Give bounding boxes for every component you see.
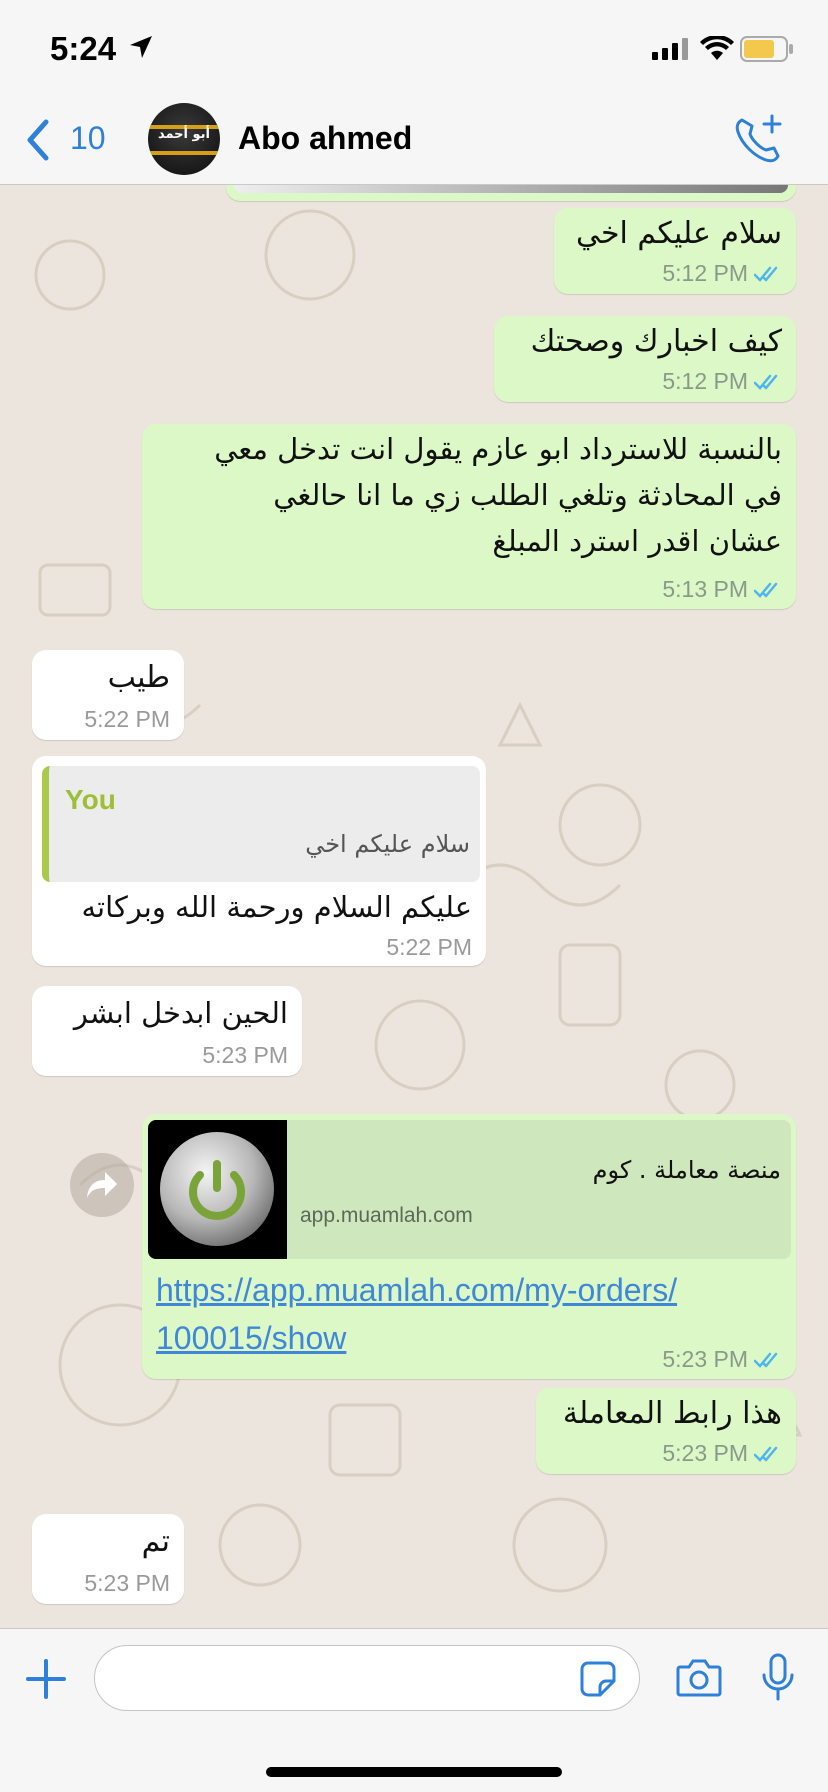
read-ticks-icon — [754, 374, 778, 390]
back-chevron-icon[interactable] — [22, 116, 52, 164]
status-time: 5:24 — [50, 30, 117, 67]
signal-icon — [652, 38, 688, 60]
message-bubble-outgoing[interactable]: سلام عليكم اخي 5:12 PM — [554, 208, 796, 294]
message-time: 5:22 PM — [84, 706, 170, 732]
message-text-line: عشان اقدر استرد المبلغ — [492, 524, 782, 558]
battery-icon — [740, 36, 793, 62]
message-text-line: بالنسبة للاسترداد ابو عازم يقول انت تدخل… — [214, 432, 782, 466]
message-time: 5:23 PM — [662, 1346, 748, 1372]
message-text: عليكم السلام ورحمة الله وبركاته — [81, 890, 473, 924]
wifi-icon — [700, 36, 734, 60]
message-bubble-outgoing[interactable]: بالنسبة للاسترداد ابو عازم يقول انت تدخل… — [142, 424, 796, 609]
message-text: كيف اخبارك وصحتك — [530, 324, 782, 359]
message-text: سلام عليكم اخي — [576, 216, 782, 251]
message-bubble-incoming[interactable]: طيب 5:22 PM — [32, 650, 184, 740]
message-text: الحين ابدخل ابشر — [73, 996, 288, 1030]
message-bubble-incoming-reply[interactable]: You سلام عليكم اخي عليكم السلام ورحمة ال… — [32, 756, 486, 966]
unread-count[interactable]: 10 — [70, 120, 106, 157]
read-ticks-icon — [754, 1352, 778, 1368]
camera-icon[interactable] — [676, 1657, 722, 1697]
message-text: تم — [141, 1524, 170, 1559]
avatar[interactable]: أبو أحمد — [148, 103, 220, 175]
message-link-line[interactable]: https://app.muamlah.com/my-orders/ — [156, 1266, 756, 1314]
avatar-text: أبو أحمد — [157, 127, 211, 142]
message-input[interactable] — [94, 1645, 640, 1711]
message-bubble-incoming[interactable]: تم 5:23 PM — [32, 1514, 184, 1604]
add-call-icon[interactable] — [732, 112, 788, 168]
plus-icon[interactable] — [26, 1659, 66, 1699]
link-preview-domain: app.muamlah.com — [300, 1204, 473, 1227]
read-ticks-icon — [754, 266, 778, 282]
contact-name[interactable]: Abo ahmed — [238, 120, 412, 157]
message-time: 5:23 PM — [202, 1042, 288, 1068]
message-text-line: في المحادثة وتلغي الطلب زي ما انا حالغي — [273, 478, 782, 512]
link-message-bubble[interactable]: منصة معاملة . كوم app.muamlah.com https:… — [142, 1114, 796, 1379]
forward-icon — [87, 1172, 117, 1198]
microphone-icon[interactable] — [760, 1653, 796, 1701]
link-preview-thumbnail — [148, 1120, 287, 1259]
message-time: 5:23 PM — [84, 1570, 170, 1596]
link-preview[interactable]: منصة معاملة . كوم app.muamlah.com — [148, 1120, 791, 1259]
message-list[interactable]: سلام عليكم اخي 5:12 PM كيف اخبارك وصحتك … — [0, 185, 828, 1628]
image-message-fragment[interactable] — [226, 185, 796, 201]
message-time: 5:22 PM — [386, 934, 472, 960]
sticker-icon[interactable] — [580, 1661, 616, 1697]
message-bubble-outgoing[interactable]: كيف اخبارك وصحتك 5:12 PM — [494, 316, 796, 402]
message-time: 5:23 PM — [662, 1440, 748, 1466]
composer-bar — [0, 1628, 828, 1792]
quoted-text: سلام عليكم اخي — [305, 830, 470, 858]
read-ticks-icon — [754, 582, 778, 598]
quoted-message[interactable]: You سلام عليكم اخي — [42, 766, 480, 882]
home-indicator — [266, 1767, 562, 1777]
quoted-author: You — [65, 784, 116, 815]
chat-header: 10 أبو أحمد Abo ahmed — [0, 96, 828, 185]
read-ticks-icon — [754, 1446, 778, 1462]
message-time: 5:12 PM — [662, 260, 748, 286]
message-time: 5:12 PM — [662, 368, 748, 394]
message-text: طيب — [107, 660, 170, 695]
location-arrow-icon — [130, 36, 152, 58]
message-bubble-incoming[interactable]: الحين ابدخل ابشر 5:23 PM — [32, 986, 302, 1076]
message-time: 5:13 PM — [662, 576, 748, 602]
forward-button[interactable] — [70, 1153, 134, 1217]
link-preview-title: منصة معاملة . كوم — [592, 1156, 781, 1184]
status-bar: 5:24 — [0, 0, 828, 96]
message-text: هذا رابط المعاملة — [562, 1396, 782, 1431]
message-bubble-outgoing[interactable]: هذا رابط المعاملة 5:23 PM — [536, 1388, 796, 1474]
